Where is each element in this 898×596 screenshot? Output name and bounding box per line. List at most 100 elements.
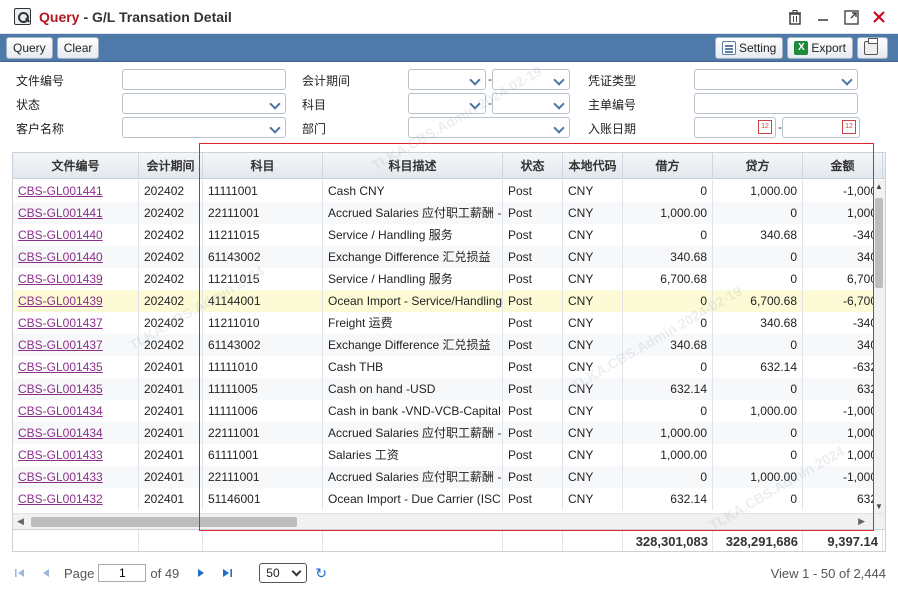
period-to-select[interactable] [492, 69, 570, 90]
doc-number-link[interactable]: CBS-GL001440 [13, 246, 139, 268]
table-row[interactable]: CBS-GL001440 202402 11211015 Service / Hand… [13, 224, 885, 246]
column-header[interactable]: 会计期间 [139, 153, 203, 179]
table-row[interactable]: CBS-GL001439 202402 11211015 Service / Hand… [13, 268, 885, 290]
doc-number-link[interactable]: CBS-GL001435 [13, 378, 139, 400]
table-cell-cur: CNY [563, 378, 623, 400]
account-to-select[interactable] [492, 93, 570, 114]
column-header[interactable]: 状态 [503, 153, 563, 179]
table-row[interactable]: CBS-GL001441 202402 22111001 Accrued Salari… [13, 202, 885, 224]
table-cell-period: 202402 [139, 290, 203, 312]
scroll-down-icon[interactable]: ▼ [875, 502, 883, 511]
trash-icon[interactable] [786, 8, 804, 26]
column-header[interactable]: 借方 [623, 153, 713, 179]
table-cell-account: 22111001 [203, 422, 323, 444]
doc-number-link[interactable]: CBS-GL001435 [13, 356, 139, 378]
column-header[interactable]: 科目描述 [323, 153, 503, 179]
horizontal-scroll-thumb[interactable] [31, 517, 297, 527]
table-row[interactable]: CBS-GL001435 202401 11111005 Cash on hand -… [13, 378, 885, 400]
table-row[interactable]: CBS-GL001434 202401 22111001 Accrued Salari… [13, 422, 885, 444]
table-row[interactable]: CBS-GL001439 202402 41144001 Ocean Import -… [13, 290, 885, 312]
customer-select[interactable] [122, 117, 286, 138]
print-button[interactable] [857, 36, 888, 59]
query-button[interactable]: Query [6, 36, 53, 59]
table-row[interactable]: CBS-GL001437 202402 11211010 Freight 运费 Post… [13, 312, 885, 334]
printer-icon [864, 37, 878, 55]
minimize-icon[interactable] [814, 8, 832, 26]
table-row[interactable]: CBS-GL001440 202402 61143002 Exchange Diffe… [13, 246, 885, 268]
doc-number-link[interactable]: CBS-GL001434 [13, 400, 139, 422]
page-label: Page [64, 565, 95, 581]
table-cell-account: 11211010 [203, 312, 323, 334]
excel-icon: X [794, 40, 809, 55]
page-size-select[interactable]: 50 [259, 563, 308, 583]
export-button[interactable]: X Export [787, 36, 853, 59]
table-cell-period: 202401 [139, 422, 203, 444]
doc-number-link[interactable]: CBS-GL001437 [13, 334, 139, 356]
doc-number-link[interactable]: CBS-GL001434 [13, 422, 139, 444]
next-page-icon[interactable] [193, 565, 209, 581]
master-no-input[interactable] [694, 93, 858, 114]
table-cell-period: 202401 [139, 488, 203, 510]
table-cell-period: 202402 [139, 312, 203, 334]
voucher-type-select[interactable] [694, 69, 858, 90]
doc-number-link[interactable]: CBS-GL001441 [13, 180, 139, 202]
account-from-select[interactable] [408, 93, 486, 114]
doc-number-link[interactable]: CBS-GL001437 [13, 312, 139, 334]
doc-number-link[interactable]: CBS-GL001441 [13, 202, 139, 224]
doc-number-link[interactable]: CBS-GL001440 [13, 224, 139, 246]
doc-number-link[interactable]: CBS-GL001433 [13, 466, 139, 488]
scroll-right-icon[interactable]: ▶ [858, 516, 865, 527]
column-header[interactable]: 本地代码 [563, 153, 623, 179]
doc-number-link[interactable]: CBS-GL001439 [13, 268, 139, 290]
vertical-scrollbar[interactable]: ▲ ▼ [873, 180, 885, 513]
table-cell-desc: Exchange Difference 汇兑损益 [323, 334, 503, 356]
column-header[interactable]: 文件编号 [13, 153, 139, 179]
table-cell-status: Post [503, 356, 563, 378]
scroll-left-icon[interactable]: ◀ [17, 516, 24, 527]
doc-number-link[interactable]: CBS-GL001432 [13, 488, 139, 510]
last-page-icon[interactable] [219, 565, 235, 581]
first-page-icon[interactable] [12, 565, 28, 581]
table-row[interactable]: CBS-GL001437 202402 61143002 Exchange Diffe… [13, 334, 885, 356]
table-row[interactable]: CBS-GL001435 202401 11111010 Cash THB Post CN… [13, 356, 885, 378]
column-header[interactable]: 金额 [803, 153, 883, 179]
column-header[interactable]: 科目 [203, 153, 323, 179]
table-row[interactable]: CBS-GL001441 202402 11111001 Cash CNY Post CN… [13, 180, 885, 202]
setting-button[interactable]: Setting [714, 36, 784, 59]
customer-label: 客户名称 [16, 122, 65, 136]
dept-select[interactable] [408, 117, 570, 138]
posting-date-label: 入账日期 [588, 122, 637, 136]
title-bar: Query - G/L Transation Detail [0, 0, 898, 34]
horizontal-scrollbar[interactable]: ◀ ▶ [13, 513, 885, 529]
table-row[interactable]: CBS-GL001432 202401 51146001 Ocean Import -… [13, 488, 885, 510]
table-cell-cur: CNY [563, 224, 623, 246]
status-select[interactable] [122, 93, 286, 114]
table-cell-period: 202401 [139, 466, 203, 488]
magnifier-doc-icon [14, 8, 31, 25]
calendar-icon[interactable]: 12 [758, 120, 772, 134]
refresh-icon[interactable]: ↻ [315, 565, 327, 582]
table-cell-period: 202402 [139, 180, 203, 202]
maximize-icon[interactable] [842, 8, 860, 26]
table-row[interactable]: CBS-GL001433 202401 22111001 Accrued Salari… [13, 466, 885, 488]
table-cell-credit: 0 [713, 444, 803, 466]
vertical-scroll-thumb[interactable] [875, 198, 883, 288]
calendar-icon[interactable]: 12 [842, 120, 856, 134]
column-header[interactable]: 贷方 [713, 153, 803, 179]
doc-number-link[interactable]: CBS-GL001433 [13, 444, 139, 466]
clear-button[interactable]: Clear [56, 36, 100, 59]
table-row[interactable]: CBS-GL001434 202401 11111006 Cash in bank -… [13, 400, 885, 422]
table-cell-amount: -1,000 [803, 466, 883, 488]
table-cell-desc: Service / Handling 服务 [323, 224, 503, 246]
page-number-input[interactable] [98, 564, 147, 582]
prev-page-icon[interactable] [38, 565, 54, 581]
doc-number-link[interactable]: CBS-GL001439 [13, 290, 139, 312]
doc-no-input[interactable] [122, 69, 286, 90]
posting-date-to[interactable]: 12 [782, 117, 860, 138]
scroll-up-icon[interactable]: ▲ [875, 182, 883, 191]
table-cell-period: 202401 [139, 378, 203, 400]
posting-date-from[interactable]: 12 [694, 117, 776, 138]
period-from-select[interactable] [408, 69, 486, 90]
table-row[interactable]: CBS-GL001433 202401 61111001 Salaries 工资 Pos… [13, 444, 885, 466]
close-icon[interactable] [870, 8, 888, 26]
